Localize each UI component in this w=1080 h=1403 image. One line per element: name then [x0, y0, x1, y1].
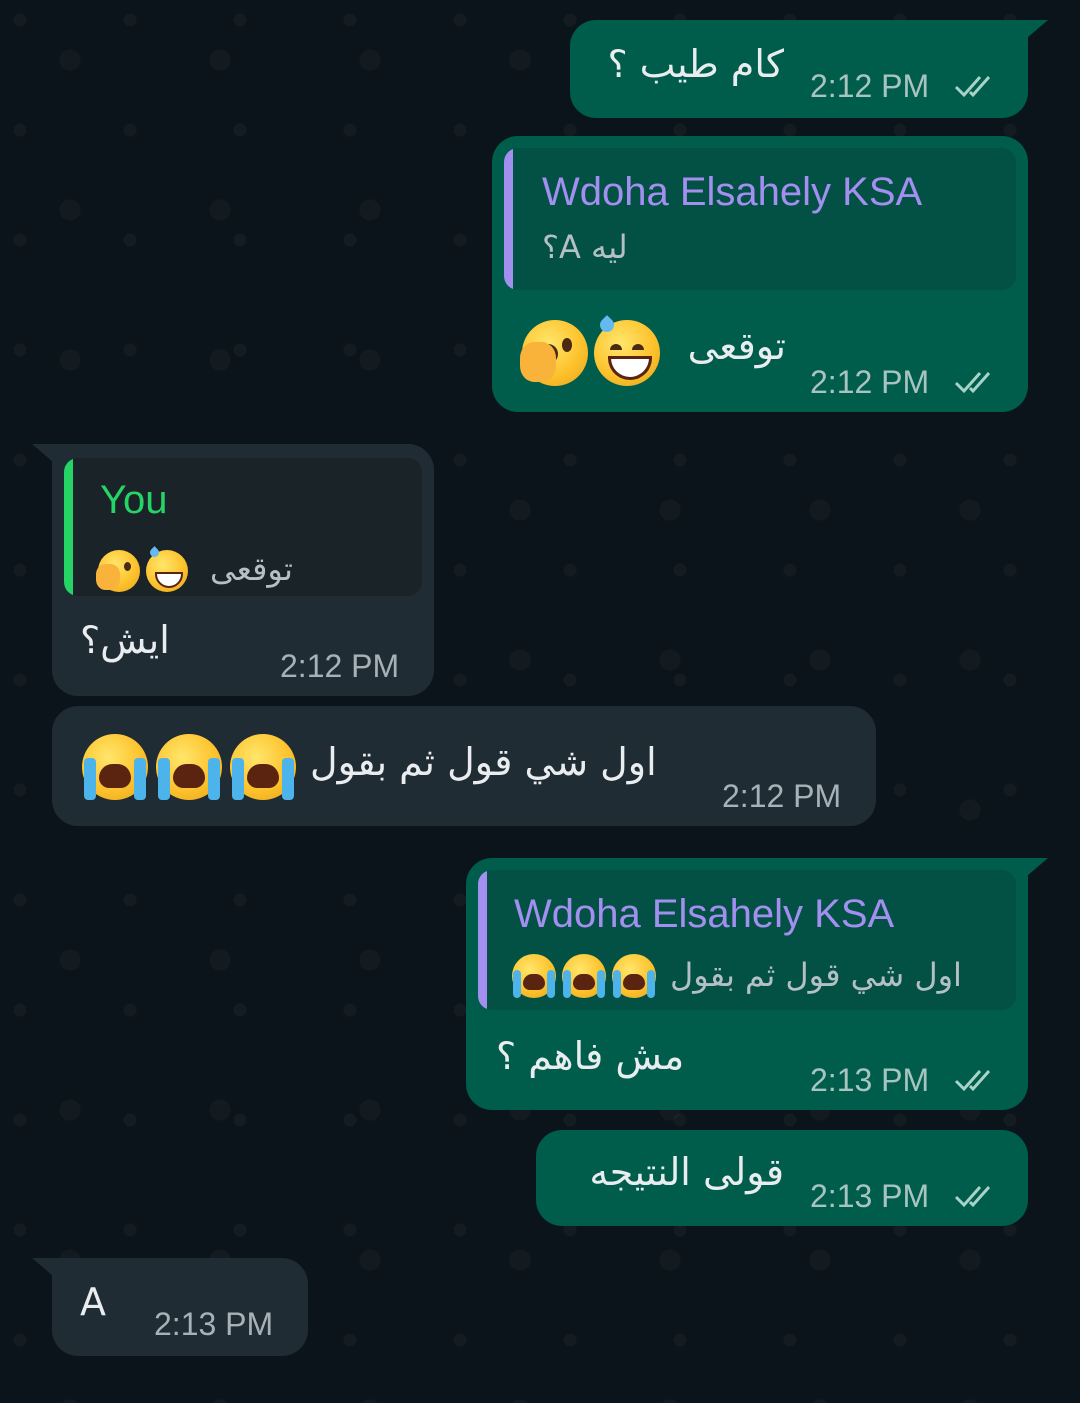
quote-author: Wdoha Elsahely KSA — [514, 892, 895, 936]
loudly-crying-emoji — [82, 734, 148, 800]
message-time: 2:13 PM — [154, 1306, 274, 1342]
sweat-smile-emoji — [594, 315, 660, 386]
incoming-message[interactable]: A 2:13 PM — [32, 1258, 308, 1356]
quote-author: You — [100, 478, 168, 522]
message-text: A — [80, 1280, 106, 1324]
incoming-message[interactable]: اول شي قول ثم بقول 2:12 PM — [52, 706, 876, 826]
loudly-crying-emoji — [562, 954, 606, 998]
reply-quote[interactable]: You توقعى — [64, 458, 422, 596]
message-text: اول شي قول ثم بقول — [310, 740, 657, 784]
face-hand-over-mouth-emoji — [520, 320, 588, 386]
quote-author: Wdoha Elsahely KSA — [542, 170, 923, 214]
face-hand-over-mouth-emoji — [96, 550, 140, 592]
loudly-crying-emoji — [156, 734, 222, 800]
outgoing-message[interactable]: كام طيب ؟ 2:12 PM — [570, 20, 1048, 118]
loudly-crying-emoji — [230, 734, 296, 800]
message-text: توقعى — [687, 324, 786, 368]
loudly-crying-emoji — [612, 954, 656, 998]
loudly-crying-emoji — [512, 954, 556, 998]
read-receipt-icon — [954, 1066, 1000, 1094]
chat-background[interactable]: كام طيب ؟ 2:12 PM Wdoha Elsahely KSA ليه… — [0, 0, 1080, 1403]
read-receipt-icon — [954, 72, 1000, 100]
quote-text: ليه A؟ — [542, 228, 628, 266]
incoming-message[interactable]: You توقعى ايش؟ 2:12 PM — [32, 444, 434, 696]
message-time: 2:12 PM — [810, 364, 930, 400]
message-text: مش فاهم ؟ — [496, 1034, 685, 1078]
quote-text: اول شي قول ثم بقول — [670, 956, 962, 994]
reply-quote[interactable]: Wdoha Elsahely KSA اول شي قول ثم بقول — [478, 870, 1016, 1010]
message-time: 2:13 PM — [810, 1062, 930, 1098]
read-receipt-icon — [954, 368, 1000, 396]
message-text: ايش؟ — [80, 618, 170, 662]
reply-quote[interactable]: Wdoha Elsahely KSA ليه A؟ — [504, 148, 1016, 290]
message-text: كام طيب ؟ — [607, 42, 784, 86]
outgoing-message[interactable]: قولى النتيجه 2:13 PM — [536, 1130, 1028, 1226]
message-time: 2:12 PM — [280, 648, 400, 684]
message-time: 2:12 PM — [722, 778, 842, 814]
quote-text: توقعى — [210, 550, 293, 588]
message-text: قولى النتيجه — [589, 1150, 784, 1194]
outgoing-message[interactable]: Wdoha Elsahely KSA اول شي قول ثم بقول مش… — [466, 858, 1048, 1110]
outgoing-message[interactable]: Wdoha Elsahely KSA ليه A؟ توقعى 2:12 PM — [492, 136, 1028, 412]
read-receipt-icon — [954, 1182, 1000, 1210]
sweat-smile-emoji — [146, 546, 188, 592]
message-time: 2:13 PM — [810, 1178, 930, 1214]
message-time: 2:12 PM — [810, 68, 930, 104]
